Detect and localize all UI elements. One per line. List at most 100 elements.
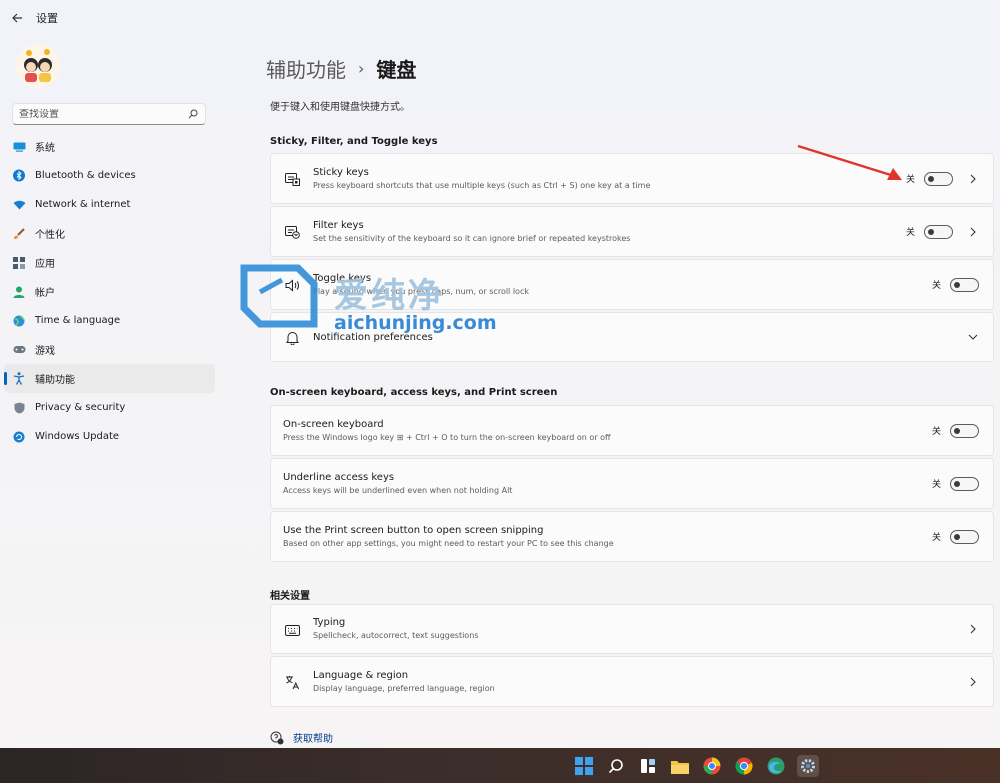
chevron-right-icon[interactable] — [967, 623, 979, 635]
card-controls: 关 — [931, 529, 979, 544]
apps-icon — [12, 256, 26, 270]
settings-window: 设置 系统 Bluetooth & devices Network & int — [0, 0, 1000, 748]
filter-keys-icon — [284, 224, 300, 240]
card-text: Language & region Display language, pref… — [313, 669, 495, 695]
settings-gear-icon[interactable] — [797, 755, 819, 777]
card-subtitle: Set the sensitivity of the keyboard so i… — [313, 233, 631, 243]
print-screen-toggle[interactable] — [950, 529, 979, 544]
card-subtitle: Press keyboard shortcuts that use multip… — [313, 180, 651, 190]
toggle-state-label: 关 — [931, 480, 941, 490]
toggle-state-label: 关 — [931, 427, 941, 437]
card-text: Sticky keys Press keyboard shortcuts tha… — [313, 166, 650, 192]
toggle-state-label: 关 — [931, 533, 941, 543]
section-title-sticky: Sticky, Filter, and Toggle keys — [270, 136, 438, 147]
chrome-icon[interactable] — [733, 755, 755, 777]
filter-keys-toggle[interactable] — [924, 224, 953, 239]
card-controls — [953, 676, 979, 688]
sidebar-item-accessibility[interactable]: 辅助功能 — [4, 364, 215, 393]
edge-icon[interactable] — [765, 755, 787, 777]
bluetooth-icon — [12, 169, 26, 183]
get-help-link[interactable]: 获取帮助 — [270, 730, 333, 745]
card-subtitle: Based on other app settings, you might n… — [283, 538, 614, 548]
toggle-state-label: 关 — [905, 228, 915, 238]
back-arrow-icon — [11, 13, 22, 23]
sidebar-item-personalization[interactable]: 个性化 — [4, 219, 215, 248]
brush-icon — [12, 227, 26, 241]
sidebar-item-privacy[interactable]: Privacy & security — [4, 393, 215, 422]
sidebar-item-windows-update[interactable]: Windows Update — [4, 422, 215, 451]
chevron-right-icon[interactable] — [967, 676, 979, 688]
chevron-down-icon[interactable] — [967, 331, 979, 343]
card-controls: 关 — [905, 224, 979, 239]
breadcrumb: 辅助功能 › 键盘 — [266, 54, 416, 83]
card-title: On-screen keyboard — [283, 418, 384, 430]
sidebar-item-bluetooth[interactable]: Bluetooth & devices — [4, 161, 215, 190]
sidebar-item-time-language[interactable]: Time & language — [4, 306, 215, 335]
sidebar-nav: 系统 Bluetooth & devices Network & interne… — [4, 132, 215, 451]
card-title: Filter keys — [313, 219, 364, 231]
card-title: Language & region — [313, 669, 409, 681]
back-button[interactable] — [0, 0, 34, 36]
watermark-text: 爱纯净 — [334, 276, 445, 316]
on-screen-keyboard-toggle[interactable] — [950, 423, 979, 438]
search-box[interactable] — [12, 103, 206, 125]
toggle-state-label: 关 — [931, 281, 941, 291]
sticky-keys-toggle[interactable] — [924, 171, 953, 186]
language-region-card[interactable]: Language & region Display language, pref… — [270, 656, 994, 707]
task-view-icon[interactable] — [637, 755, 659, 777]
sidebar-item-label: 个性化 — [35, 230, 65, 241]
sidebar-item-label: Bluetooth & devices — [35, 170, 136, 181]
sidebar-item-gaming[interactable]: 游戏 — [4, 335, 215, 364]
card-text: On-screen keyboard Press the Windows log… — [283, 418, 611, 444]
breadcrumb-parent[interactable]: 辅助功能 — [266, 54, 346, 83]
sticky-keys-icon — [284, 171, 300, 187]
start-icon[interactable] — [573, 755, 595, 777]
search-icon[interactable] — [187, 108, 199, 120]
card-controls — [953, 623, 979, 635]
card-controls: 关 — [931, 423, 979, 438]
help-label: 获取帮助 — [293, 734, 333, 745]
underline-access-keys-toggle[interactable] — [950, 476, 979, 491]
browser-icon[interactable] — [701, 755, 723, 777]
underline-access-keys-card[interactable]: Underline access keys Access keys will b… — [270, 458, 994, 509]
print-screen-card[interactable]: Use the Print screen button to open scre… — [270, 511, 994, 562]
card-controls: 关 — [906, 171, 979, 186]
search-taskbar-icon[interactable] — [605, 755, 627, 777]
search-input[interactable] — [19, 108, 187, 120]
game-controller-icon — [12, 343, 26, 357]
avatar[interactable] — [16, 44, 60, 88]
card-text: Use the Print screen button to open scre… — [283, 524, 614, 550]
wifi-icon — [12, 198, 26, 212]
chevron-right-icon[interactable] — [967, 226, 979, 238]
person-icon — [12, 285, 26, 299]
card-subtitle: Spellcheck, autocorrect, text suggestion… — [313, 631, 479, 640]
globe-icon — [12, 314, 26, 328]
system-icon — [12, 140, 26, 154]
sidebar-item-label: Network & internet — [35, 199, 131, 210]
card-controls: 关 — [931, 277, 979, 292]
sidebar-item-system[interactable]: 系统 — [4, 132, 215, 161]
sidebar-item-network[interactable]: Network & internet — [4, 190, 215, 219]
card-controls — [953, 331, 979, 343]
on-screen-keyboard-card[interactable]: On-screen keyboard Press the Windows log… — [270, 405, 994, 456]
watermark-url: aichunjing.com — [334, 312, 497, 334]
sidebar-item-label: 系统 — [35, 143, 55, 154]
card-text: Filter keys Set the sensitivity of the k… — [313, 219, 630, 245]
file-explorer-icon[interactable] — [669, 755, 691, 777]
sidebar-item-apps[interactable]: 应用 — [4, 248, 215, 277]
card-text: Typing Spellcheck, autocorrect, text sug… — [313, 616, 478, 642]
sidebar-item-accounts[interactable]: 帐户 — [4, 277, 215, 306]
accessibility-icon — [12, 372, 26, 386]
card-title: Underline access keys — [283, 471, 395, 483]
card-subtitle: Display language, preferred language, re… — [313, 683, 495, 693]
page-title: 键盘 — [376, 58, 417, 82]
breadcrumb-separator: › — [358, 59, 365, 78]
title-bar: 设置 — [0, 0, 1000, 36]
card-text: Underline access keys Access keys will b… — [283, 471, 512, 497]
filter-keys-card[interactable]: Filter keys Set the sensitivity of the k… — [270, 206, 994, 257]
typing-card[interactable]: Typing Spellcheck, autocorrect, text sug… — [270, 604, 994, 654]
keyboard-icon — [284, 622, 300, 638]
toggle-keys-toggle[interactable] — [950, 277, 979, 292]
shield-icon — [12, 401, 26, 415]
chevron-right-icon[interactable] — [967, 173, 979, 185]
